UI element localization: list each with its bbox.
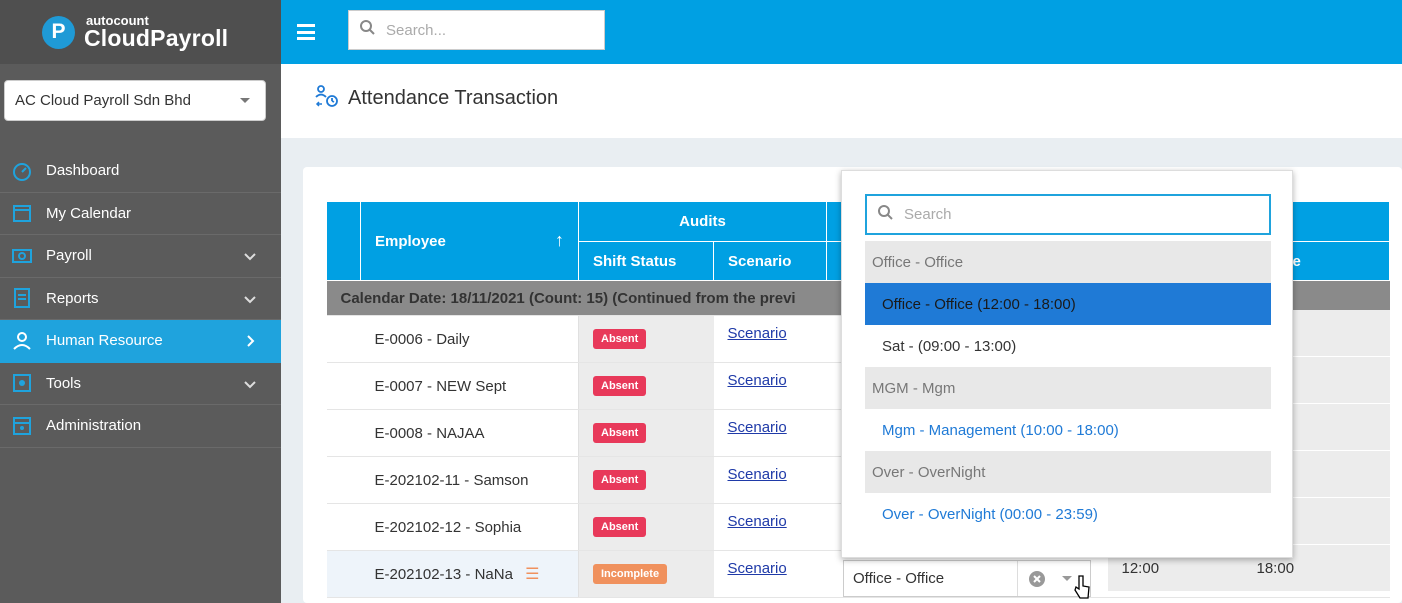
employee-column-header[interactable]: Employee ↑ [360, 201, 579, 281]
hand-cursor-icon [1072, 574, 1092, 602]
audits-column-header: Audits [578, 201, 827, 242]
dropdown-search-box[interactable] [865, 194, 1271, 235]
sidebar-item-reports[interactable]: Reports [0, 278, 281, 320]
scenario-link[interactable]: Scenario [728, 325, 787, 342]
option-group-header: MGM - Mgm [865, 367, 1271, 409]
scenario-link[interactable]: Scenario [728, 513, 787, 530]
status-badge: Absent [593, 470, 647, 490]
chevron-down-icon[interactable] [1062, 576, 1072, 581]
shift-dropdown: Office - Office Office - Office (12:00 -… [841, 170, 1293, 558]
search-icon [877, 204, 894, 226]
employee-cell: E-202102-12 - Sophia [326, 503, 579, 551]
sidebar-item-label: My Calendar [46, 204, 132, 222]
page-header: Attendance Transaction [281, 64, 1402, 138]
company-select-value: AC Cloud Payroll Sdn Bhd [15, 92, 191, 109]
sidebar-item-label: Dashboard [46, 162, 120, 180]
sidebar-item-administration[interactable]: Administration [0, 405, 281, 448]
top-search-box[interactable] [348, 10, 605, 50]
status-badge: Absent [593, 329, 647, 349]
sidebar-item-tools[interactable]: Tools [0, 363, 281, 405]
employee-cell: E-0006 - Daily [326, 315, 579, 363]
status-badge: Absent [593, 376, 647, 396]
sidebar-item-human-resource[interactable]: Human Resource [0, 320, 281, 363]
sidebar-item-my-calendar[interactable]: My Calendar [0, 193, 281, 235]
hamburger-menu-icon[interactable] [297, 24, 315, 40]
sidebar-item-payroll[interactable]: Payroll [0, 235, 281, 278]
chevron-right-icon [243, 334, 257, 348]
scenario-link[interactable]: Scenario [728, 466, 787, 483]
dropdown-option[interactable]: Office - Office (12:00 - 18:00) [865, 283, 1271, 325]
company-select[interactable]: AC Cloud Payroll Sdn Bhd [4, 80, 266, 121]
scenario-column-header[interactable]: Scenario [713, 241, 827, 281]
employee-name: E-202102-13 - NaNa [374, 566, 513, 583]
shift-select-value: Office - Office [844, 561, 1018, 596]
chevron-down-icon [243, 377, 257, 391]
sidebar-item-label: Administration [46, 417, 142, 435]
employee-cell: E-202102-11 - Samson [326, 456, 579, 504]
shift-status-column-header[interactable]: Shift Status [578, 241, 714, 281]
human-resource-icon [11, 330, 33, 352]
sidebar-item-label: Reports [46, 289, 99, 307]
dashboard-icon [11, 160, 33, 182]
status-badge: Absent [593, 423, 647, 443]
shift-select[interactable]: Office - Office [843, 560, 1091, 597]
sort-ascending-icon[interactable]: ↑ [555, 230, 564, 251]
dropdown-search-input[interactable] [904, 206, 1244, 223]
chevron-down-icon [243, 249, 257, 263]
status-badge: Absent [593, 517, 647, 537]
chevron-down-icon [240, 98, 250, 103]
tools-icon [11, 372, 33, 394]
scenario-link[interactable]: Scenario [728, 372, 787, 389]
sidebar: P autocount CloudPayroll AC Cloud Payrol… [0, 0, 281, 603]
employee-cell: E-0007 - NEW Sept [326, 362, 579, 410]
dropdown-option[interactable]: Over - OverNight (00:00 - 23:59) [865, 493, 1271, 535]
chevron-down-icon [243, 292, 257, 306]
employee-cell: E-0008 - NAJAA [326, 409, 579, 457]
sidebar-item-dashboard[interactable]: Dashboard [0, 150, 281, 193]
brand-text: autocount CloudPayroll [84, 14, 228, 50]
top-search-input[interactable] [386, 21, 586, 39]
administration-icon [11, 415, 33, 437]
dropdown-option[interactable]: Sat - (09:00 - 13:00) [865, 325, 1271, 367]
sidebar-item-label: Payroll [46, 247, 92, 265]
sidebar-item-label: Human Resource [46, 332, 163, 350]
clear-icon[interactable] [1028, 570, 1046, 588]
option-group-header: Office - Office [865, 241, 1271, 283]
brand-logo[interactable]: P autocount CloudPayroll [0, 0, 281, 64]
sidebar-nav: Dashboard My Calendar Payroll Reports Hu… [0, 150, 281, 448]
top-bar [281, 0, 1402, 64]
sidebar-item-label: Tools [46, 374, 82, 392]
reports-icon [11, 287, 33, 309]
scenario-link[interactable]: Scenario [728, 560, 787, 577]
brand-badge: P [42, 15, 75, 49]
scenario-link[interactable]: Scenario [728, 419, 787, 436]
dropdown-list: Office - Office Office - Office (12:00 -… [865, 241, 1271, 535]
employee-cell: E-202102-13 - NaNa ☰ [326, 550, 579, 598]
employee-header-label: Employee [375, 232, 446, 250]
row-selector-header [326, 201, 361, 281]
calendar-icon [11, 202, 33, 224]
option-group-header: Over - OverNight [865, 451, 1271, 493]
search-icon [359, 19, 376, 41]
brand-name: CloudPayroll [84, 25, 229, 51]
row-menu-icon[interactable]: ☰ [525, 566, 539, 583]
dropdown-option[interactable]: Mgm - Management (10:00 - 18:00) [865, 409, 1271, 451]
payroll-icon [11, 245, 33, 267]
page-title: Attendance Transaction [348, 87, 559, 109]
status-badge: Incomplete [593, 564, 668, 584]
attendance-transaction-icon [314, 83, 340, 109]
